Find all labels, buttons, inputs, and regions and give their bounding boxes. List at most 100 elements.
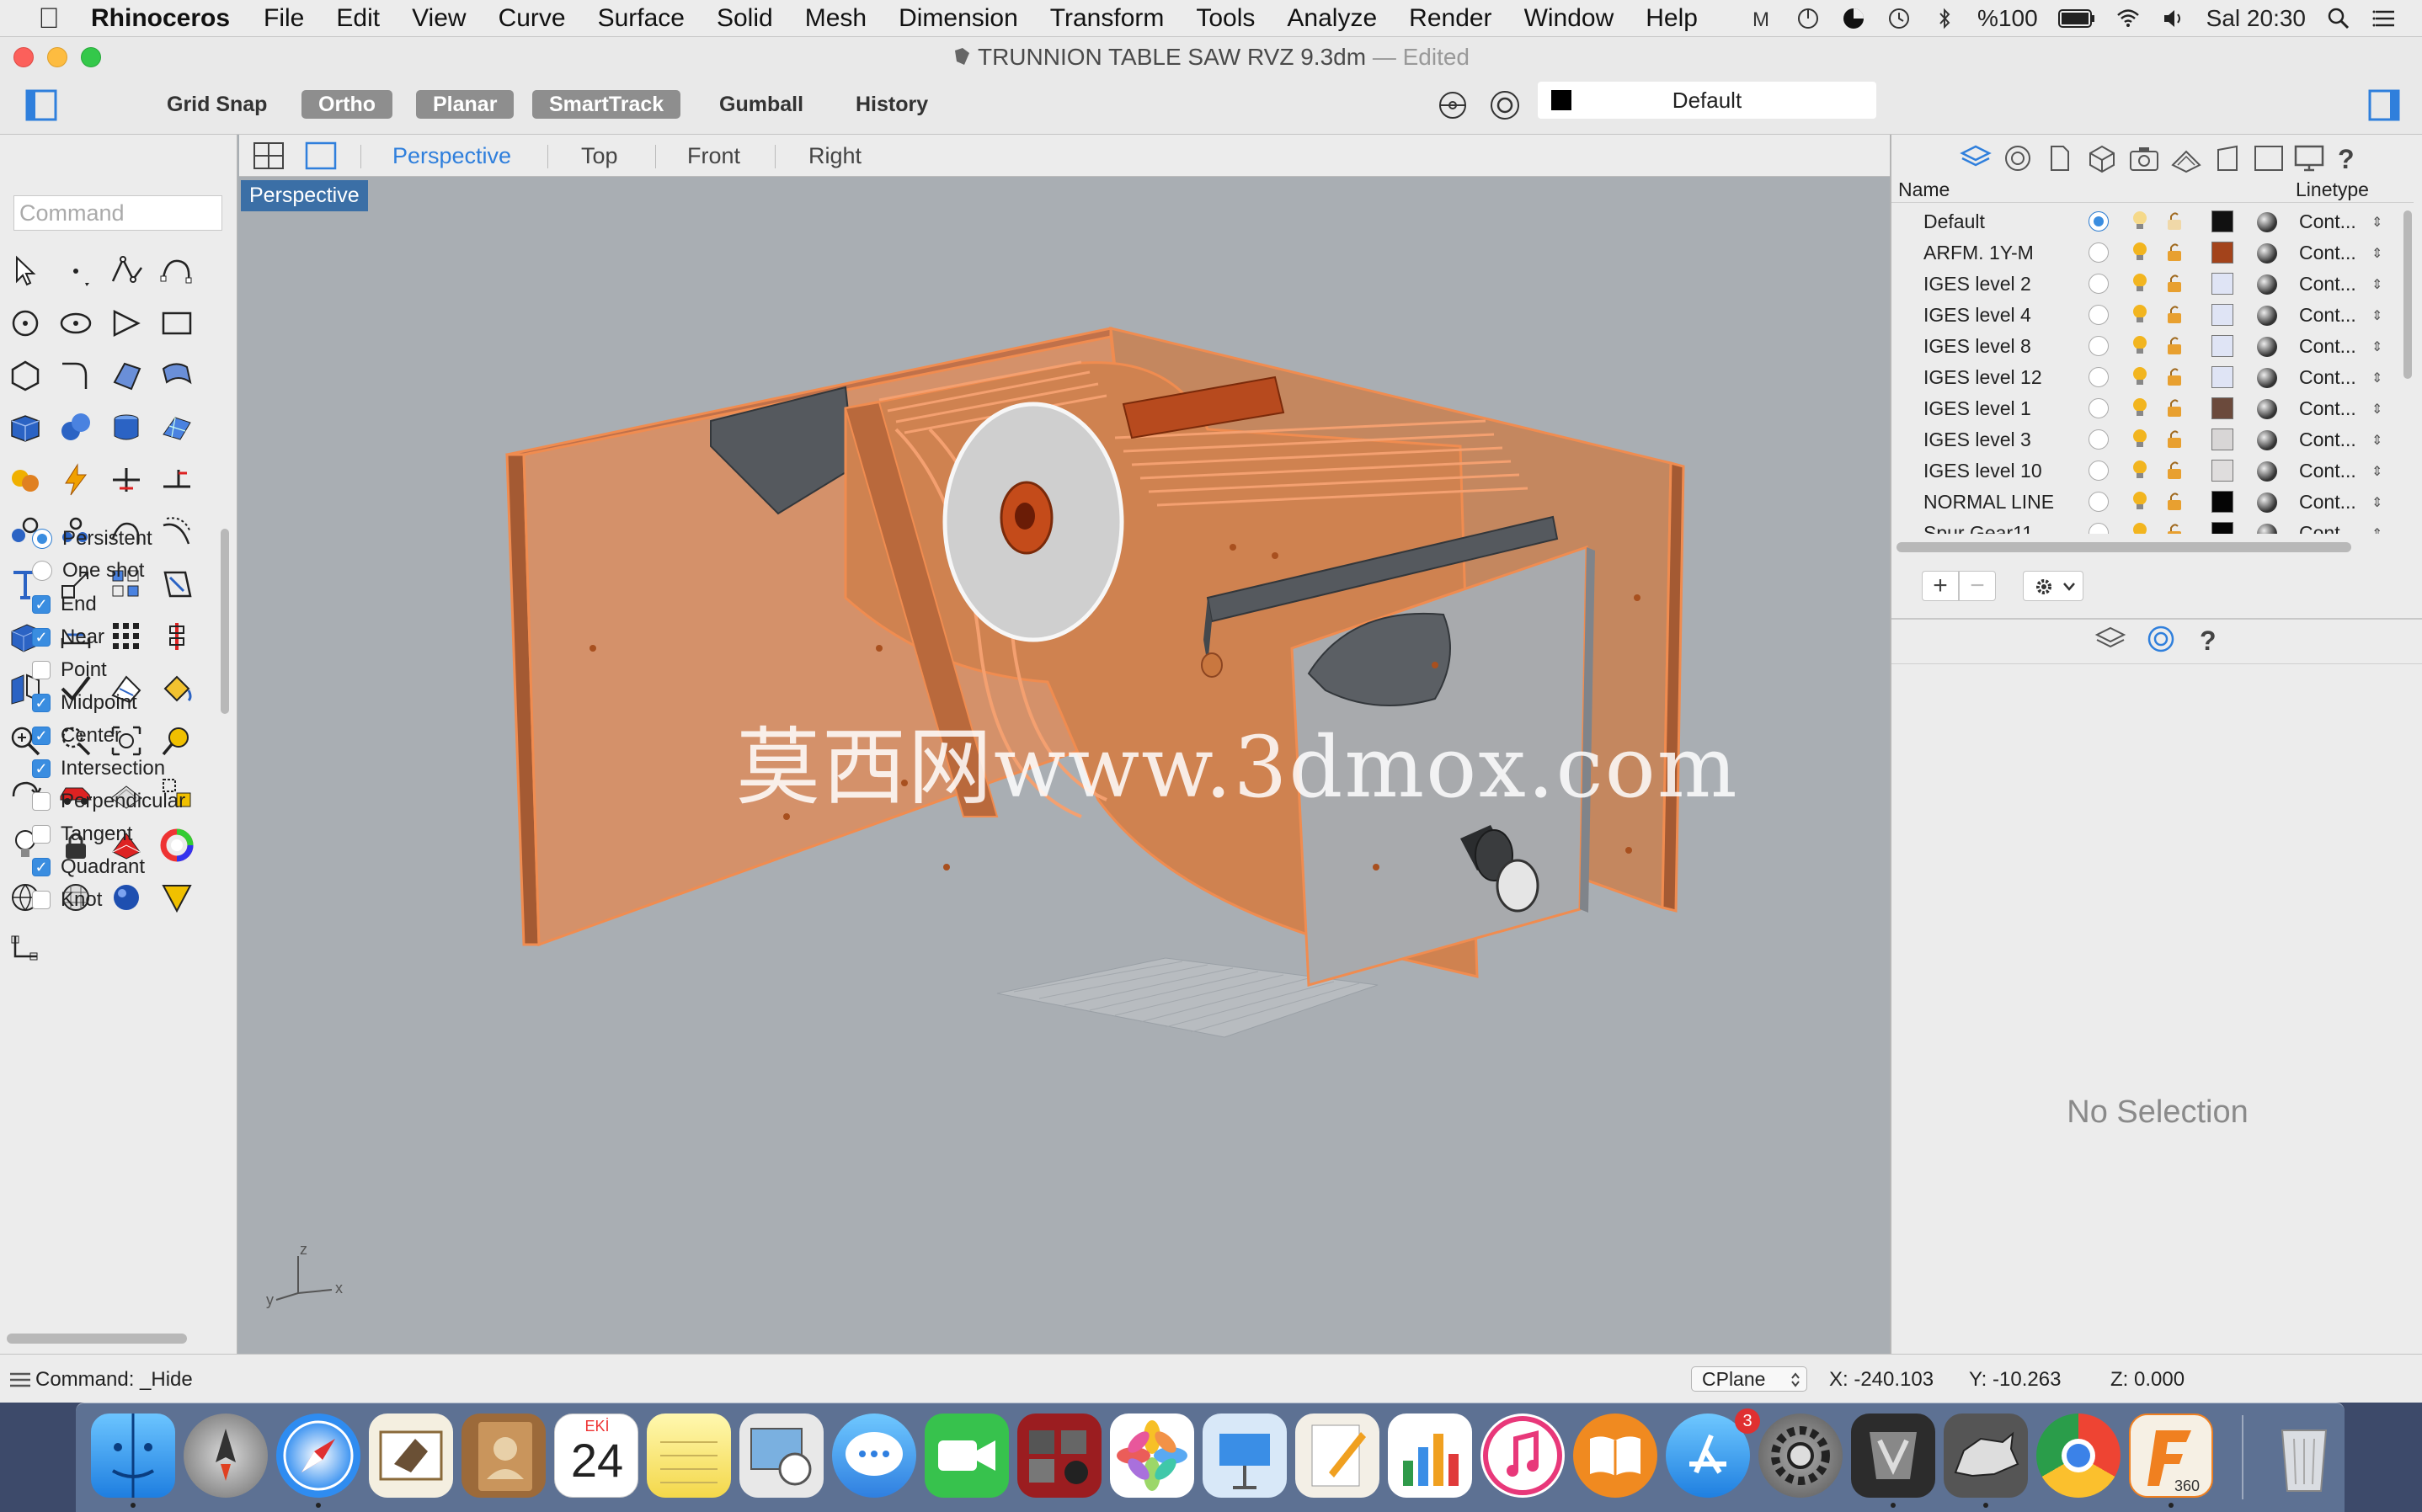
menu-render[interactable]: Render: [1409, 4, 1491, 33]
gumball-toggle[interactable]: Gumball: [702, 90, 820, 119]
osnap-item[interactable]: ✓ Midpoint: [32, 691, 137, 715]
menu-mesh[interactable]: Mesh: [805, 4, 867, 33]
layer-options-button[interactable]: [2023, 571, 2083, 601]
spotlight-search-icon[interactable]: [2326, 6, 2351, 31]
chrome-icon[interactable]: [2036, 1414, 2121, 1498]
layer-row[interactable]: IGES level 10 Cont... ⇕: [1891, 456, 2397, 485]
itunes-icon[interactable]: [1480, 1414, 1565, 1498]
osnap-scrollbar[interactable]: [221, 529, 229, 714]
layer-visible-bulb-icon[interactable]: [2129, 396, 2151, 419]
cplane-select[interactable]: CPlane: [1691, 1366, 1807, 1392]
toggle-sidebar-right-icon[interactable]: [2368, 89, 2400, 121]
chevron-updown-icon[interactable]: ⇕: [2371, 432, 2382, 449]
arc-icon[interactable]: [108, 305, 145, 342]
layer-name[interactable]: IGES level 1: [1923, 397, 2031, 420]
select-arrow-icon[interactable]: [7, 253, 44, 290]
chevron-updown-icon[interactable]: ⇕: [2371, 494, 2382, 511]
osnap-item[interactable]: ✓ End: [32, 593, 97, 616]
gmail-icon[interactable]: M: [1750, 6, 1775, 31]
layer-visible-bulb-icon[interactable]: [2129, 302, 2151, 326]
chevron-updown-icon[interactable]: ⇕: [2371, 401, 2382, 418]
menu-surface[interactable]: Surface: [598, 4, 685, 33]
menu-tools[interactable]: Tools: [1196, 4, 1255, 33]
finder-icon[interactable]: [91, 1414, 175, 1498]
layer-lock-icon[interactable]: [2164, 210, 2185, 232]
osnap-item[interactable]: Point: [32, 658, 107, 682]
layer-linetype[interactable]: Cont...: [2299, 366, 2356, 389]
messages-icon[interactable]: [832, 1414, 916, 1498]
layer-color-swatch[interactable]: [2211, 491, 2233, 513]
layer-lock-icon[interactable]: [2164, 490, 2185, 512]
osnap-one-shot[interactable]: One shot: [32, 559, 144, 583]
layer-material-icon[interactable]: [2257, 212, 2277, 232]
layer-name[interactable]: Spur Gear11: [1923, 522, 2033, 534]
osnap-item[interactable]: ✓ Near: [32, 626, 104, 649]
menu-file[interactable]: File: [264, 4, 304, 33]
layer-lock-icon[interactable]: [2164, 303, 2185, 325]
layer-linetype-header[interactable]: Linetype: [2296, 178, 2369, 201]
layer-name[interactable]: Default: [1923, 210, 1985, 233]
layer-color-swatch[interactable]: [2211, 366, 2233, 388]
chevron-updown-icon[interactable]: ⇕: [2371, 463, 2382, 480]
layer-name[interactable]: NORMAL LINE: [1923, 491, 2054, 514]
current-layer-radio[interactable]: [2089, 461, 2109, 481]
osnap-checkbox[interactable]: ✓: [32, 858, 51, 876]
layer-color-swatch[interactable]: [2211, 429, 2233, 450]
battery-icon[interactable]: [2057, 8, 2095, 29]
chevron-updown-icon[interactable]: ⇕: [2371, 276, 2382, 293]
layer-linetype[interactable]: Cont...: [2299, 335, 2356, 358]
osnap-item[interactable]: Perpendicular: [32, 790, 185, 813]
time-machine-icon[interactable]: [1886, 6, 1912, 31]
layer-name[interactable]: ARFM. 1Y-M: [1923, 242, 2034, 264]
perspective-viewport[interactable]: Perspective 莫西网www.3dmox.com z x y: [239, 177, 1890, 1354]
layer-material-icon[interactable]: [2257, 337, 2277, 357]
photo-booth-icon[interactable]: [1017, 1414, 1102, 1498]
layer-material-icon[interactable]: [2257, 399, 2277, 419]
surface-from-curves-icon[interactable]: [108, 357, 145, 394]
current-layer-radio[interactable]: [2089, 242, 2109, 263]
layer-row[interactable]: IGES level 2 Cont... ⇕: [1891, 269, 2397, 298]
osnap-checkbox[interactable]: [32, 825, 51, 844]
layer-linetype[interactable]: Cont...: [2299, 273, 2356, 295]
menu-app[interactable]: Rhinoceros: [91, 4, 230, 33]
layer-lock-icon[interactable]: [2164, 521, 2185, 534]
ortho-toggle[interactable]: Ortho: [301, 90, 393, 119]
current-layer-radio[interactable]: [2089, 523, 2109, 534]
menu-view[interactable]: View: [412, 4, 466, 33]
smarttrack-toggle[interactable]: SmartTrack: [532, 90, 681, 119]
launchpad-icon[interactable]: [184, 1414, 268, 1498]
rhinoceros-icon[interactable]: [1944, 1414, 2028, 1498]
osnap-checkbox[interactable]: [32, 891, 51, 909]
viewport-title-label[interactable]: Perspective: [241, 180, 368, 211]
world-of-tanks-icon[interactable]: [1851, 1414, 1935, 1498]
menu-dimension[interactable]: Dimension: [899, 4, 1018, 33]
menu-edit[interactable]: Edit: [336, 4, 380, 33]
one-shot-radio[interactable]: [32, 561, 52, 581]
cplane-axes-icon[interactable]: [7, 931, 44, 968]
notification-center-icon[interactable]: [2371, 6, 2397, 31]
preview-icon[interactable]: [739, 1414, 824, 1498]
osnap-persistent[interactable]: Persistent: [32, 527, 152, 551]
layer-visible-bulb-icon[interactable]: [2129, 209, 2151, 232]
paint-bucket-icon[interactable]: [158, 670, 195, 707]
remove-layer-button[interactable]: −: [1959, 571, 1996, 601]
layer-material-icon[interactable]: [2257, 306, 2277, 326]
layer-material-icon[interactable]: [2257, 461, 2277, 482]
activity-gauge-icon[interactable]: [1795, 6, 1821, 31]
safari-icon[interactable]: [276, 1414, 360, 1498]
circle-icon[interactable]: [7, 305, 44, 342]
layer-visible-bulb-icon[interactable]: [2129, 458, 2151, 482]
toggle-sidebar-left-icon[interactable]: [25, 89, 57, 121]
chevron-updown-icon[interactable]: ⇕: [2371, 214, 2382, 231]
layer-material-icon[interactable]: [2257, 368, 2277, 388]
menu-solid[interactable]: Solid: [717, 4, 773, 33]
layer-row[interactable]: IGES level 4 Cont... ⇕: [1891, 301, 2397, 329]
offset-curve-icon[interactable]: [158, 514, 195, 551]
menu-transform[interactable]: Transform: [1050, 4, 1165, 33]
curve-control-points-icon[interactable]: [158, 253, 195, 290]
layer-material-icon[interactable]: [2257, 274, 2277, 295]
pie-status-icon[interactable]: [1841, 6, 1866, 31]
rendered-sphere-icon[interactable]: [108, 879, 145, 916]
chevron-updown-icon[interactable]: ⇕: [2371, 525, 2382, 534]
ellipse-icon[interactable]: [57, 305, 94, 342]
